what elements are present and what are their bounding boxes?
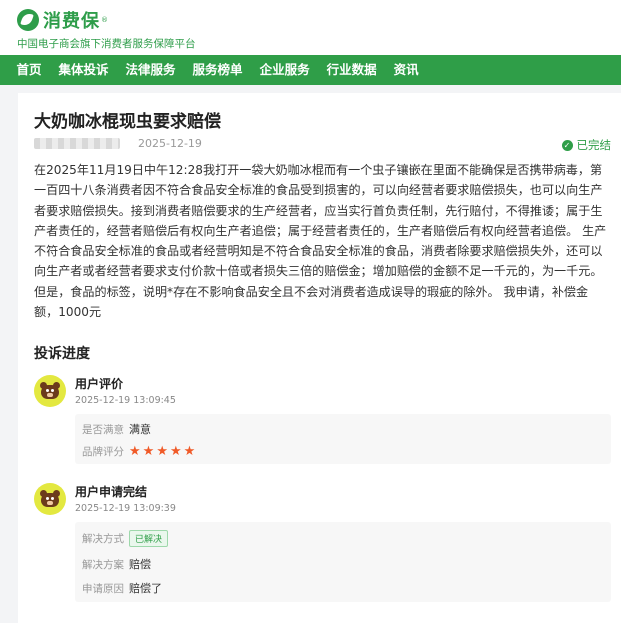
rating-stars: ★ ★ ★ ★ ★ [129, 445, 195, 458]
main-nav: 首页 集体投诉 法律服务 服务榜单 企业服务 行业数据 资讯 [0, 55, 621, 85]
detail-label: 解决方式 [82, 533, 124, 545]
star-icon: ★ [169, 444, 182, 459]
complaint-meta: 2025-12-19 [34, 137, 202, 150]
nav-legal-service[interactable]: 法律服务 [117, 55, 184, 85]
event-details: 是否满意 满意 品牌评分 ★ ★ ★ ★ ★ [75, 414, 611, 464]
plan-value: 赔偿 [129, 558, 151, 571]
complaint-title: 大奶咖冰棍现虫要求赔偿 [34, 112, 221, 132]
registered-mark: ® [101, 16, 108, 24]
site-logo[interactable]: 消费保 ® [17, 7, 108, 33]
complaint-date: 2025-12-19 [138, 137, 202, 150]
detail-label: 品牌评分 [82, 446, 124, 458]
complaint-body: 在2025年11月19日中午12:28我打开一袋大奶咖冰棍而有一个虫子镶嵌在里面… [34, 163, 607, 320]
progress-title: 投诉进度 [34, 346, 90, 362]
reason-value: 赔偿了 [129, 582, 162, 595]
nav-service-ranking[interactable]: 服务榜单 [184, 55, 251, 85]
check-circle-icon: ✓ [561, 139, 573, 151]
site-subtitle: 中国电子商会旗下消费者服务保障平台 [17, 38, 196, 50]
top-header: 消费保 ® 中国电子商会旗下消费者服务保障平台 [0, 0, 621, 55]
event-details: 解决方式 已解决 解决方案 赔偿 申请原因 赔偿了 [75, 522, 611, 602]
detail-label: 解决方案 [82, 558, 124, 571]
nav-industry-data[interactable]: 行业数据 [318, 55, 385, 85]
satisfied-value: 满意 [129, 423, 151, 436]
event-name: 用户评价 [75, 377, 124, 391]
event-time: 2025-12-19 13:09:39 [75, 503, 176, 514]
star-icon: ★ [183, 444, 196, 459]
resolved-tag: 已解决 [129, 530, 169, 547]
nav-home[interactable]: 首页 [8, 55, 50, 85]
nav-news[interactable]: 资讯 [385, 55, 427, 85]
star-icon: ★ [156, 444, 168, 459]
star-icon: ★ [129, 444, 141, 459]
detail-label: 是否满意 [82, 423, 124, 436]
nav-collective-complaint[interactable]: 集体投诉 [50, 55, 117, 85]
status-text: 已完结 [576, 138, 612, 152]
detail-label: 申请原因 [82, 582, 124, 595]
event-name: 用户申请完结 [75, 485, 148, 499]
event-time: 2025-12-19 13:09:45 [75, 395, 176, 406]
star-icon: ★ [142, 444, 155, 459]
avatar [34, 483, 66, 515]
nav-enterprise-service[interactable]: 企业服务 [251, 55, 318, 85]
status-badge: ✓ 已完结 [561, 137, 612, 153]
complaint-card: 大奶咖冰棍现虫要求赔偿 2025-12-19 ✓ 已完结 在2025年11月19… [18, 93, 621, 623]
avatar [34, 375, 66, 407]
blurred-username [34, 138, 120, 149]
leaf-logo-icon [17, 9, 39, 31]
logo-text: 消费保 [43, 11, 100, 32]
